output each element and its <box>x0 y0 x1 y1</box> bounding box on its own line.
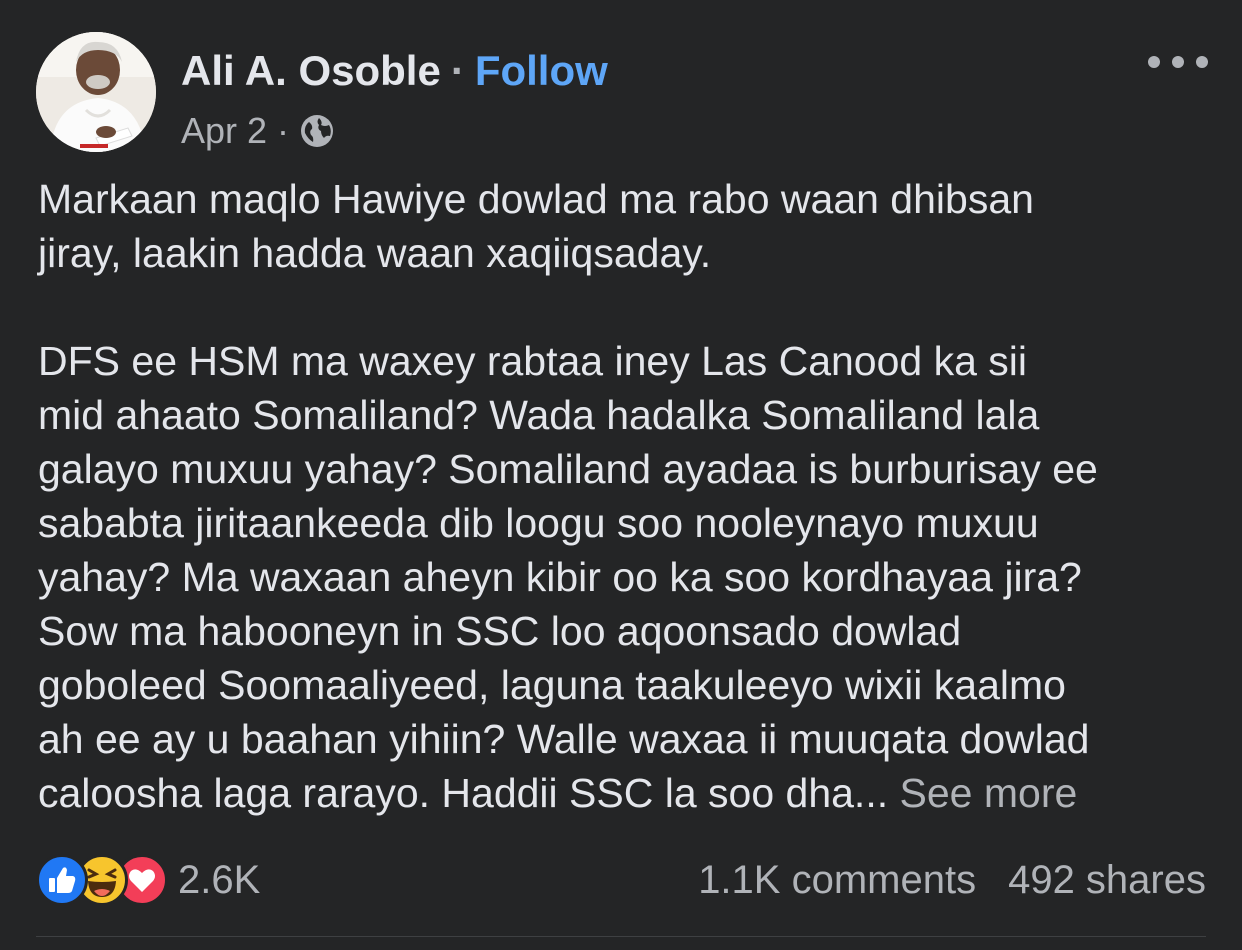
reaction-count: 2.6K <box>178 857 261 902</box>
follow-button[interactable]: Follow <box>475 47 608 95</box>
post-text-line: Sow ma habooneyn in SSC loo aqoonsado do… <box>38 608 962 654</box>
like-icon <box>36 854 88 906</box>
post-text-line: ah ee ay u baahan yihiin? Walle waxaa ii… <box>38 716 1090 762</box>
name-separator: · <box>450 47 465 94</box>
post-text-line: DFS ee HSM ma waxey rabtaa iney Las Cano… <box>38 338 1028 384</box>
post-text-line: mid ahaato Somaliland? Wada hadalka Soma… <box>38 392 1040 438</box>
engagement-stats: 1.1K comments 492 shares <box>698 852 1206 908</box>
post-text-line: jiray, laakin hadda waan xaqiiqsaday. <box>38 230 712 276</box>
divider <box>36 936 1206 937</box>
post-text-truncated: caloosha laga rarayo. Haddii SSC la soo … <box>38 770 889 816</box>
meta-separator: · <box>277 110 290 151</box>
author-header: Ali A. Osoble · Follow <box>181 46 608 96</box>
facebook-post-card: Ali A. Osoble · Follow Apr 2 · Markaan m… <box>0 0 1242 950</box>
author-avatar[interactable] <box>36 32 156 152</box>
more-options-icon[interactable] <box>1148 48 1208 76</box>
reactions-summary[interactable]: 2.6K <box>36 852 260 908</box>
post-text-last-line: caloosha laga rarayo. Haddii SSC la soo … <box>38 766 1218 820</box>
profile-photo-icon <box>36 32 156 152</box>
post-text-line: yahay? Ma waxaan aheyn kibir oo ka soo k… <box>38 554 1082 600</box>
post-text-line: sababta jiritaankeeda dib loogu soo nool… <box>38 500 1039 546</box>
post-text: Markaan maqlo Hawiye dowlad ma rabo waan… <box>38 172 1218 820</box>
post-date[interactable]: Apr 2 <box>181 110 267 152</box>
globe-icon[interactable] <box>299 113 335 149</box>
post-text-line: galayo muxuu yahay? Somaliland ayadaa is… <box>38 446 1098 492</box>
comments-count[interactable]: 1.1K comments <box>698 858 976 903</box>
post-text-line: Markaan maqlo Hawiye dowlad ma rabo waan… <box>38 176 1034 222</box>
shares-count[interactable]: 492 shares <box>1008 858 1206 903</box>
post-meta: Apr 2 · <box>181 108 335 154</box>
see-more-link[interactable]: See more <box>900 770 1078 816</box>
post-text-line: goboleed Soomaaliyeed, laguna taakuleeyo… <box>38 662 1066 708</box>
author-name[interactable]: Ali A. Osoble <box>181 47 441 95</box>
